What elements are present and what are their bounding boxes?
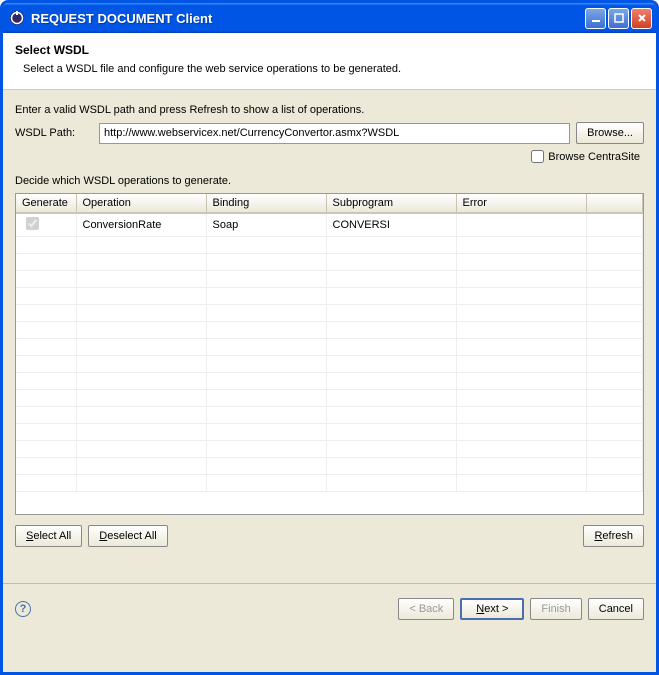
table-row	[16, 424, 643, 441]
table-row	[16, 322, 643, 339]
table-row	[16, 475, 643, 492]
table-row	[16, 407, 643, 424]
table-row[interactable]: ConversionRateSoapCONVERSI	[16, 213, 643, 237]
page-description: Select a WSDL file and configure the web…	[15, 63, 644, 75]
table-row	[16, 271, 643, 288]
col-header-error[interactable]: Error	[456, 194, 586, 213]
wizard-header: Select WSDL Select a WSDL file and confi…	[3, 33, 656, 90]
close-button[interactable]	[631, 8, 652, 29]
table-row	[16, 305, 643, 322]
instruction-text: Enter a valid WSDL path and press Refres…	[15, 104, 644, 116]
finish-button: Finish	[530, 598, 581, 620]
col-header-binding[interactable]: Binding	[206, 194, 326, 213]
refresh-button[interactable]: Refresh	[583, 525, 644, 547]
deselect-all-button[interactable]: Deselect All	[88, 525, 167, 547]
select-all-button[interactable]: Select All	[15, 525, 82, 547]
table-row	[16, 254, 643, 271]
col-header-generate[interactable]: Generate	[16, 194, 76, 213]
form-area: Enter a valid WSDL path and press Refres…	[3, 90, 656, 553]
browse-centrasite-checkbox[interactable]	[531, 150, 544, 163]
minimize-button[interactable]	[585, 8, 606, 29]
cancel-button[interactable]: Cancel	[588, 598, 644, 620]
dialog-window: REQUEST DOCUMENT Client Select WSDL Sele…	[0, 0, 659, 675]
window-title: REQUEST DOCUMENT Client	[31, 11, 583, 26]
page-title: Select WSDL	[15, 43, 644, 57]
wsdl-path-label: WSDL Path:	[15, 127, 93, 139]
app-icon	[9, 10, 25, 26]
wizard-footer: ? < Back Next > Finish Cancel	[3, 583, 656, 634]
table-row	[16, 237, 643, 254]
cell-subprogram: CONVERSI	[326, 213, 456, 237]
table-row	[16, 356, 643, 373]
titlebar: REQUEST DOCUMENT Client	[3, 3, 656, 33]
table-row	[16, 373, 643, 390]
maximize-button[interactable]	[608, 8, 629, 29]
table-header-row: Generate Operation Binding Subprogram Er…	[16, 194, 643, 213]
table-row	[16, 458, 643, 475]
table-row	[16, 288, 643, 305]
cell-binding: Soap	[206, 213, 326, 237]
col-header-pad	[586, 194, 643, 213]
col-header-subprogram[interactable]: Subprogram	[326, 194, 456, 213]
table-row	[16, 390, 643, 407]
browse-centrasite-label: Browse CentraSite	[548, 151, 640, 163]
table-row	[16, 339, 643, 356]
table-instruction: Decide which WSDL operations to generate…	[15, 175, 644, 187]
back-button: < Back	[398, 598, 454, 620]
next-button[interactable]: Next >	[460, 598, 524, 620]
cell-error	[456, 213, 586, 237]
operations-table: Generate Operation Binding Subprogram Er…	[15, 193, 644, 515]
browse-button[interactable]: Browse...	[576, 122, 644, 144]
table-row	[16, 441, 643, 458]
cell-operation: ConversionRate	[76, 213, 206, 237]
help-icon[interactable]: ?	[15, 601, 31, 617]
col-header-operation[interactable]: Operation	[76, 194, 206, 213]
wsdl-path-input[interactable]	[99, 123, 570, 144]
generate-checkbox[interactable]	[26, 217, 39, 230]
